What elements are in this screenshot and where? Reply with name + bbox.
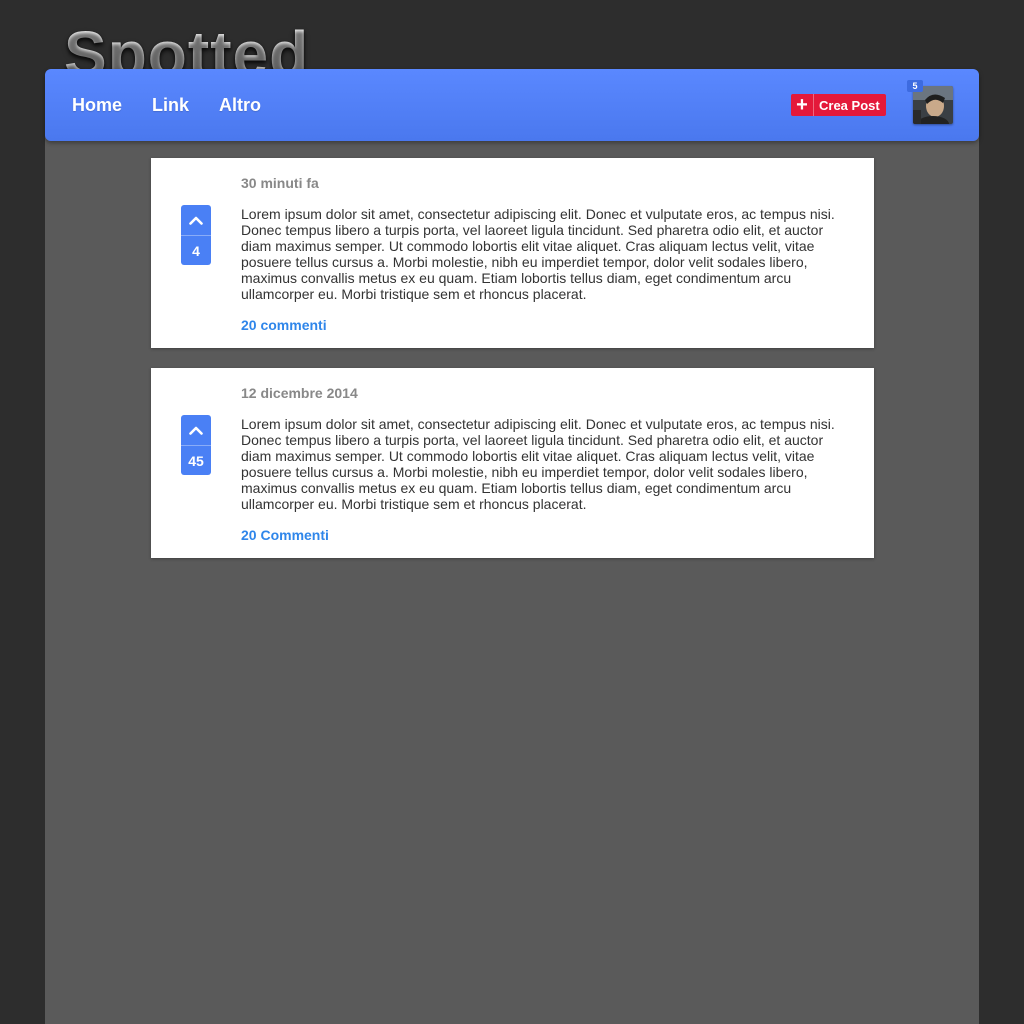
create-post-label: Crea Post	[819, 97, 880, 113]
chevron-up-icon[interactable]	[181, 205, 211, 236]
notification-badge: 5	[907, 80, 923, 92]
comments-link[interactable]: 20 commenti	[241, 317, 327, 333]
post-card: 4 30 minuti fa Lorem ipsum dolor sit ame…	[151, 158, 874, 348]
upvote-widget[interactable]: 4	[181, 205, 211, 265]
nav-link-home[interactable]: Home	[72, 95, 122, 116]
post-body: Lorem ipsum dolor sit amet, consectetur …	[241, 206, 835, 302]
nav-links: Home Link Altro	[72, 69, 291, 141]
upvote-widget[interactable]: 45	[181, 415, 211, 475]
create-post-button[interactable]: + Crea Post	[791, 94, 886, 116]
chevron-up-icon[interactable]	[181, 415, 211, 446]
vote-count: 45	[188, 452, 204, 469]
post-date: 30 minuti fa	[241, 175, 319, 191]
comments-link[interactable]: 20 Commenti	[241, 527, 329, 543]
top-navbar: Home Link Altro + Crea Post 5	[45, 69, 979, 141]
plus-icon: +	[791, 94, 814, 116]
app-logo: Spotted	[64, 14, 309, 72]
post-date: 12 dicembre 2014	[241, 385, 358, 401]
nav-link-link[interactable]: Link	[152, 95, 189, 116]
post-card: 45 12 dicembre 2014 Lorem ipsum dolor si…	[151, 368, 874, 558]
post-body: Lorem ipsum dolor sit amet, consectetur …	[241, 416, 835, 512]
nav-link-altro[interactable]: Altro	[219, 95, 261, 116]
vote-count: 4	[192, 242, 200, 259]
